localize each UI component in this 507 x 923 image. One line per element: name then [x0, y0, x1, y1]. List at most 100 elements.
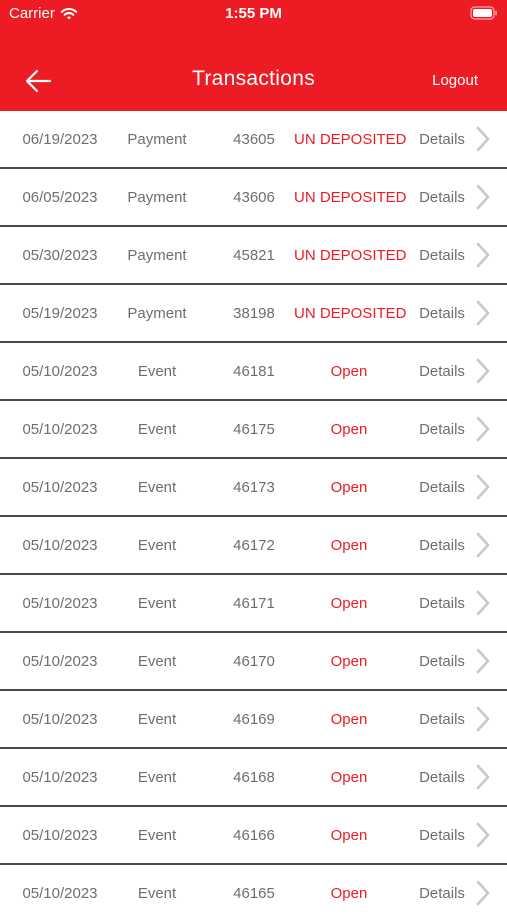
details-link[interactable]: Details — [414, 459, 470, 515]
transaction-row[interactable]: 05/10/2023 Event 46173 Open Details — [0, 459, 507, 517]
transaction-status: Open — [330, 595, 368, 612]
transaction-type: Event — [137, 653, 177, 670]
transaction-row[interactable]: 05/10/2023 Event 46172 Open Details — [0, 517, 507, 575]
page-title: Transactions — [191, 67, 316, 90]
transaction-status: Open — [330, 769, 368, 786]
transaction-type: Event — [137, 421, 177, 438]
status-time: 1:55 PM — [225, 5, 282, 22]
transaction-status: UN DEPOSITED — [294, 247, 407, 264]
chevron-right-icon[interactable] — [470, 807, 496, 863]
transaction-date: 05/19/2023 — [22, 305, 98, 322]
transaction-row[interactable]: 06/05/2023 Payment 43606 UN DEPOSITED Detail… — [0, 169, 507, 227]
transactions-list: 06/19/2023 Payment 43605 UN DEPOSITED Detail… — [0, 111, 507, 921]
details-link[interactable]: Details — [414, 401, 470, 457]
transaction-number: 46181 — [233, 363, 275, 380]
transaction-row[interactable]: 05/10/2023 Event 46175 Open Details — [0, 401, 507, 459]
chevron-right-icon[interactable] — [470, 227, 496, 283]
transaction-type: Payment — [127, 305, 187, 322]
transaction-type: Event — [137, 537, 177, 554]
transaction-date: 06/05/2023 — [22, 189, 98, 206]
transaction-date: 05/10/2023 — [22, 479, 98, 496]
details-link[interactable]: Details — [414, 865, 470, 921]
transaction-row[interactable]: 05/10/2023 Event 46170 Open Details — [0, 633, 507, 691]
details-link[interactable]: Details — [414, 169, 470, 225]
transaction-date: 05/30/2023 — [22, 247, 98, 264]
details-link[interactable]: Details — [414, 749, 470, 805]
details-link[interactable]: Details — [414, 575, 470, 631]
transaction-date: 06/19/2023 — [22, 131, 98, 148]
transaction-date: 05/10/2023 — [22, 827, 98, 844]
transaction-row[interactable]: 05/19/2023 Payment 38198 UN DEPOSITED Detail… — [0, 285, 507, 343]
app-header: Carrier 1:55 PM Transactions Logout — [0, 0, 507, 111]
transaction-date: 05/10/2023 — [22, 421, 98, 438]
logout-button[interactable]: Logout — [432, 72, 478, 89]
transaction-type: Event — [137, 711, 177, 728]
chevron-right-icon[interactable] — [470, 111, 496, 167]
transaction-type: Event — [137, 363, 177, 380]
chevron-right-icon[interactable] — [470, 169, 496, 225]
transaction-type: Event — [137, 479, 177, 496]
transaction-type: Payment — [127, 131, 187, 148]
transaction-row[interactable]: 06/19/2023 Payment 43605 UN DEPOSITED Detail… — [0, 111, 507, 169]
transaction-row[interactable]: 05/10/2023 Event 46181 Open Details — [0, 343, 507, 401]
chevron-right-icon[interactable] — [470, 285, 496, 341]
transaction-status: Open — [330, 653, 368, 670]
transaction-type: Event — [137, 595, 177, 612]
details-link[interactable]: Details — [414, 517, 470, 573]
transaction-row[interactable]: 05/10/2023 Event 46169 Open Details — [0, 691, 507, 749]
transaction-date: 05/10/2023 — [22, 769, 98, 786]
transaction-row[interactable]: 05/10/2023 Event 46171 Open Details — [0, 575, 507, 633]
transaction-number: 46173 — [233, 479, 275, 496]
chevron-right-icon[interactable] — [470, 575, 496, 631]
details-link[interactable]: Details — [414, 633, 470, 689]
transaction-number: 46175 — [233, 421, 275, 438]
transaction-row[interactable]: 05/10/2023 Event 46168 Open Details — [0, 749, 507, 807]
transaction-number: 43605 — [233, 131, 275, 148]
transaction-number: 38198 — [233, 305, 275, 322]
transaction-status: Open — [330, 885, 368, 902]
status-bar: Carrier 1:55 PM — [0, 0, 507, 30]
chevron-right-icon[interactable] — [470, 749, 496, 805]
details-link[interactable]: Details — [414, 285, 470, 341]
details-link[interactable]: Details — [414, 807, 470, 863]
transaction-type: Event — [137, 885, 177, 902]
transaction-status: Open — [330, 827, 368, 844]
transaction-row[interactable]: 05/30/2023 Payment 45821 UN DEPOSITED Detail… — [0, 227, 507, 285]
transaction-number: 46165 — [233, 885, 275, 902]
transaction-number: 46172 — [233, 537, 275, 554]
transaction-status: Open — [330, 479, 368, 496]
transaction-type: Event — [137, 769, 177, 786]
details-link[interactable]: Details — [414, 343, 470, 399]
transaction-status: Open — [330, 421, 368, 438]
transaction-date: 05/10/2023 — [22, 711, 98, 728]
chevron-right-icon[interactable] — [470, 633, 496, 689]
transaction-status: UN DEPOSITED — [294, 305, 407, 322]
chevron-right-icon[interactable] — [470, 865, 496, 921]
transaction-date: 05/10/2023 — [22, 653, 98, 670]
details-link[interactable]: Details — [414, 691, 470, 747]
transaction-status: UN DEPOSITED — [294, 131, 407, 148]
transaction-date: 05/10/2023 — [22, 885, 98, 902]
transaction-status: Open — [330, 537, 368, 554]
battery-icon — [470, 6, 497, 20]
transaction-date: 05/10/2023 — [22, 363, 98, 380]
transaction-row[interactable]: 05/10/2023 Event 46165 Open Details — [0, 865, 507, 921]
transaction-date: 05/10/2023 — [22, 595, 98, 612]
details-link[interactable]: Details — [414, 111, 470, 167]
chevron-right-icon[interactable] — [470, 691, 496, 747]
transaction-number: 46168 — [233, 769, 275, 786]
transaction-number: 46169 — [233, 711, 275, 728]
chevron-right-icon[interactable] — [470, 343, 496, 399]
transaction-status: Open — [330, 363, 368, 380]
transaction-status: UN DEPOSITED — [294, 189, 407, 206]
transaction-type: Payment — [127, 189, 187, 206]
chevron-right-icon[interactable] — [470, 517, 496, 573]
details-link[interactable]: Details — [414, 227, 470, 283]
nav-bar: Transactions Logout — [0, 50, 507, 110]
transaction-number: 46171 — [233, 595, 275, 612]
transaction-number: 46170 — [233, 653, 275, 670]
transaction-status: Open — [330, 711, 368, 728]
chevron-right-icon[interactable] — [470, 401, 496, 457]
transaction-row[interactable]: 05/10/2023 Event 46166 Open Details — [0, 807, 507, 865]
chevron-right-icon[interactable] — [470, 459, 496, 515]
